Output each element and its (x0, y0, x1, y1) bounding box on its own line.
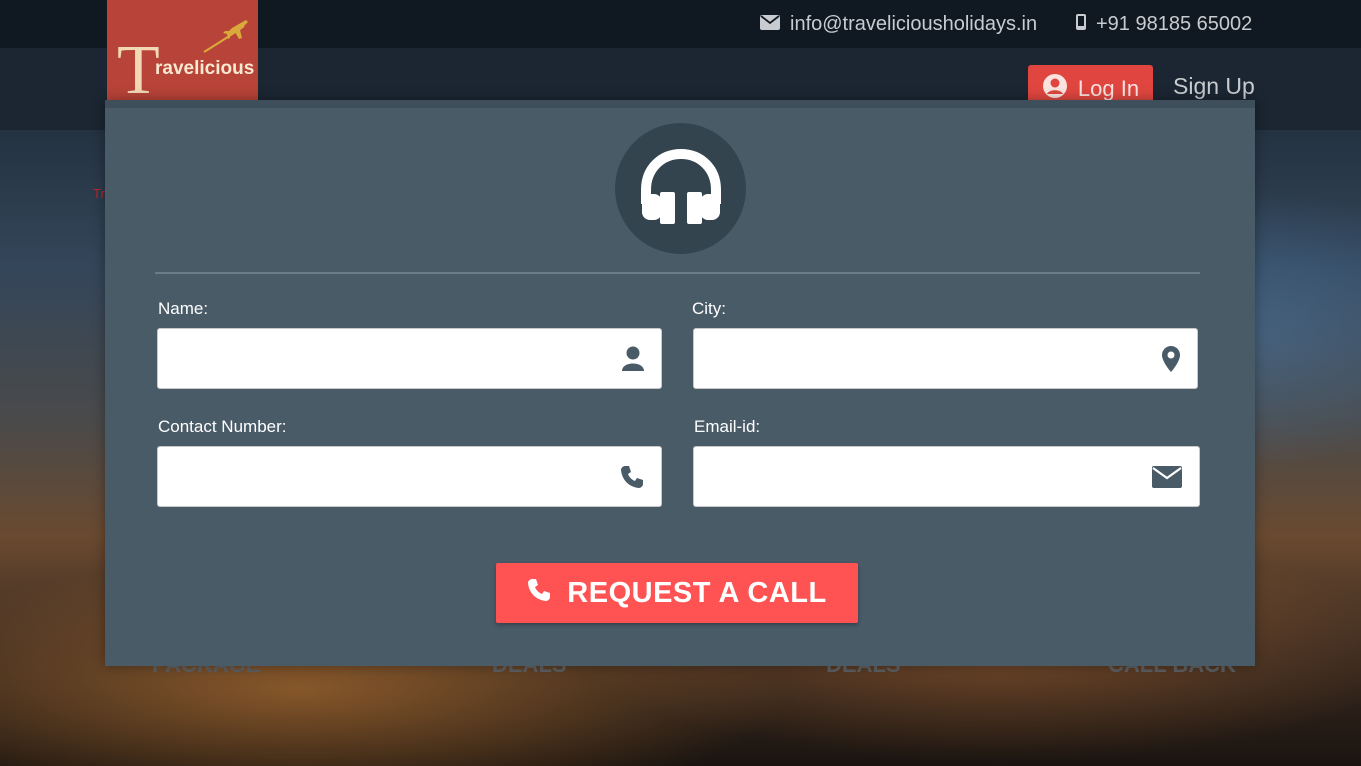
modal-top-strip (105, 100, 1255, 108)
request-call-button[interactable]: REQUEST A CALL (496, 563, 858, 623)
contact-number-input[interactable] (158, 447, 661, 506)
contact-email-text: info@traveliciousholidays.in (790, 13, 1038, 35)
email-input[interactable] (694, 447, 1199, 506)
map-marker-icon (1162, 345, 1180, 372)
contact-number-field-box (157, 446, 662, 507)
headset-badge (615, 123, 746, 254)
request-call-label: REQUEST A CALL (567, 576, 827, 609)
request-call-modal: Name: City: Contact Number: Email-id: RE… (105, 100, 1255, 666)
modal-divider (155, 272, 1200, 274)
headphones-icon (638, 146, 724, 231)
email-field-box (693, 446, 1200, 507)
name-input[interactable] (158, 329, 661, 388)
signup-link[interactable]: Sign Up (1173, 73, 1255, 100)
logo-text: ravelicious (155, 58, 255, 79)
phone-icon (620, 465, 644, 489)
contact-phone-text: +91 98185 65002 (1096, 13, 1253, 35)
logo-t-glyph: T (117, 32, 160, 101)
envelope-icon (1152, 465, 1182, 488)
name-label: Name: (158, 299, 209, 318)
site-logo[interactable]: T ravelicious (107, 0, 258, 100)
email-label: Email-id: (694, 417, 761, 436)
envelope-icon (760, 13, 780, 36)
name-field-box (157, 328, 662, 389)
background-red-text: Tr (93, 186, 105, 201)
mobile-icon (1076, 13, 1086, 36)
phone-icon (527, 577, 551, 610)
login-label: Log In (1077, 76, 1140, 101)
city-label: City: (692, 299, 726, 318)
contact-number-label: Contact Number: (158, 417, 287, 436)
contact-phone[interactable]: +91 98185 65002 (1076, 13, 1252, 36)
plane-icon (203, 20, 248, 53)
city-input[interactable] (694, 329, 1197, 388)
city-field-box (693, 328, 1198, 389)
contact-email[interactable]: info@traveliciousholidays.in (760, 13, 1037, 36)
user-icon (622, 346, 644, 372)
